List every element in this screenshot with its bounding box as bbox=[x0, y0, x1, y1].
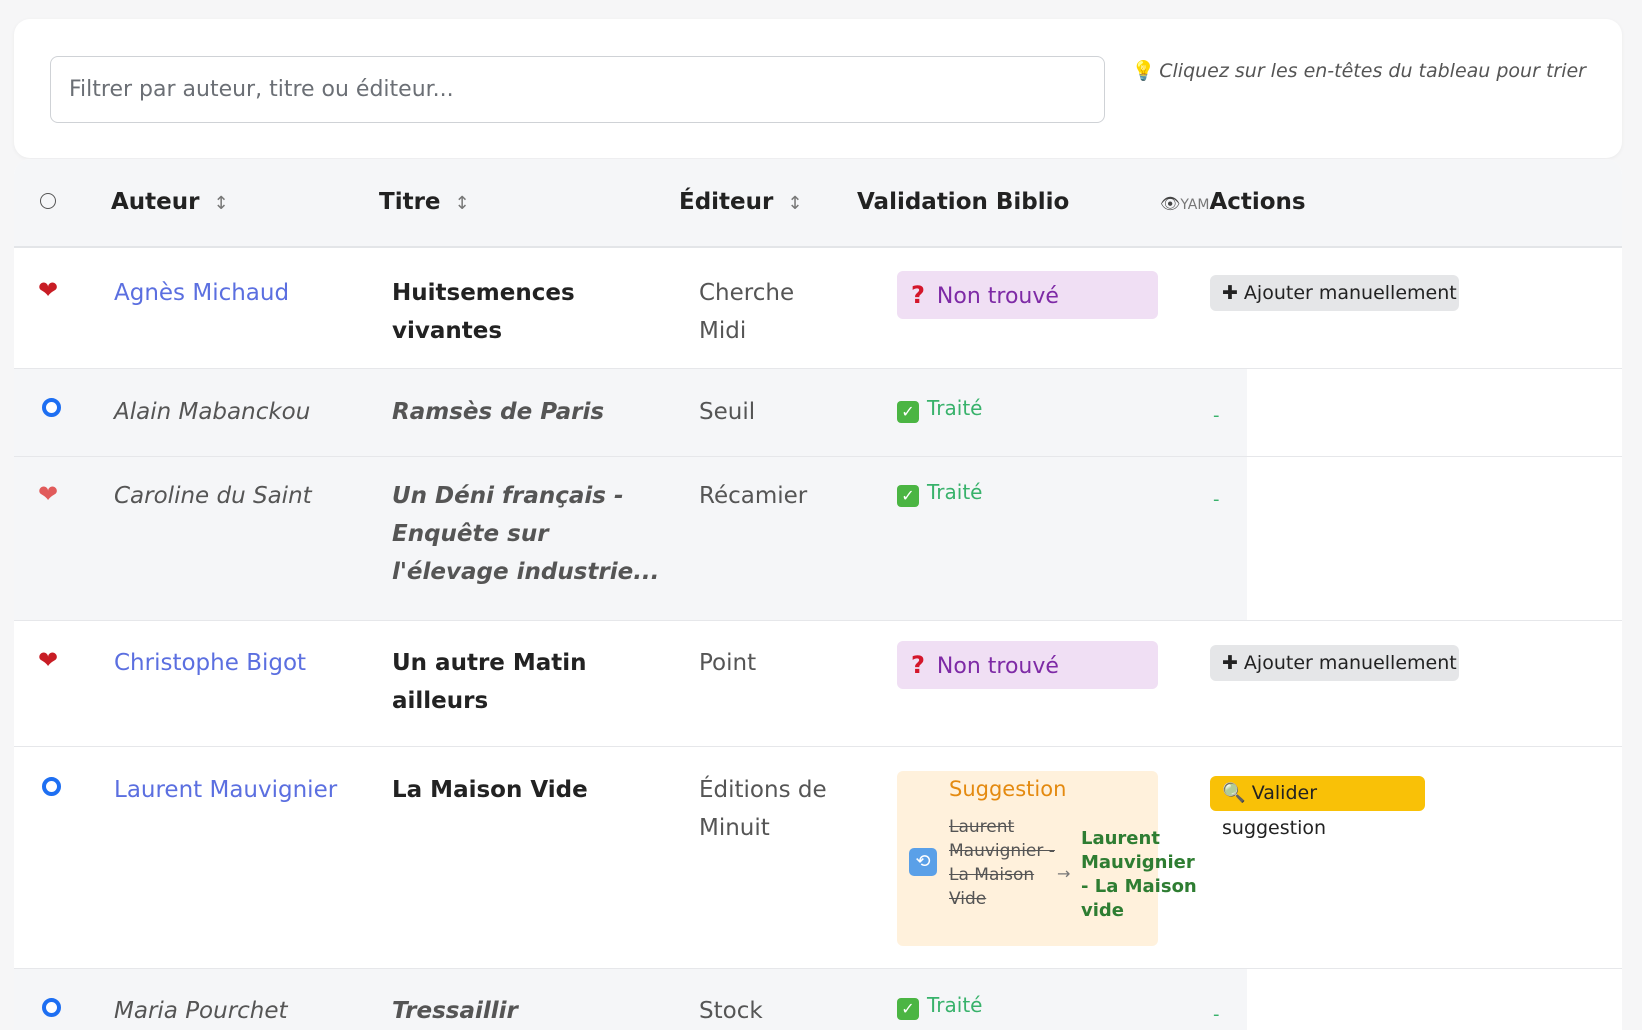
author-link[interactable]: Laurent Mauvignier bbox=[114, 771, 369, 809]
suggestion-new: Laurent Mauvignier - La Maison vide bbox=[1081, 828, 1197, 921]
question-icon: ? bbox=[911, 651, 925, 679]
check-icon: ✓ bbox=[897, 401, 919, 423]
book-title: Un autre Matin ailleurs bbox=[392, 650, 587, 714]
filter-bar: 💡Cliquez sur les en-têtes du tableau pou… bbox=[14, 19, 1622, 158]
add-manual-button[interactable]: ✚ Ajouter manuellement bbox=[1210, 645, 1459, 681]
check-icon: ✓ bbox=[897, 485, 919, 507]
circle-icon[interactable] bbox=[42, 777, 61, 796]
suggestion-old: Laurent Mauvignier - La Maison Vide bbox=[949, 817, 1055, 909]
check-icon: ✓ bbox=[897, 998, 919, 1020]
author-link[interactable]: Agnès Michaud bbox=[114, 274, 369, 312]
publisher: Récamier bbox=[699, 483, 808, 509]
eye-icon: 👁 bbox=[1160, 194, 1181, 213]
status-badge: ✓ Traité bbox=[897, 480, 982, 507]
book-title: La Maison Vide bbox=[392, 777, 588, 803]
author-link[interactable]: Christophe Bigot bbox=[114, 644, 369, 682]
status-badge: ✓ Traité bbox=[897, 396, 982, 423]
yam-label: YAM bbox=[1180, 197, 1210, 213]
status-badge: ✓ Traité bbox=[897, 993, 982, 1020]
header-author[interactable]: Auteur ↕ bbox=[111, 189, 229, 215]
table-row: Laurent Mauvignier La Maison Vide Éditio… bbox=[14, 747, 1622, 969]
book-title: Un Déni français - Enquête sur l'élevage… bbox=[392, 483, 660, 585]
lightbulb-icon: 💡 bbox=[1131, 60, 1156, 82]
suggestion-label: Suggestion bbox=[949, 777, 1067, 801]
author-link[interactable]: Caroline du Saint bbox=[114, 477, 369, 515]
plus-icon: ✚ bbox=[1222, 282, 1238, 304]
sort-icon: ↕ bbox=[787, 193, 803, 214]
table-row: ❤ Caroline du Saint Un Déni français - E… bbox=[14, 457, 1622, 621]
swap-icon: ⟲ bbox=[909, 848, 937, 876]
circle-icon[interactable] bbox=[42, 398, 61, 417]
publisher: Seuil bbox=[699, 399, 756, 425]
sort-hint: 💡 Cliquez sur les en-têtes du tableau pou… bbox=[1132, 59, 1586, 82]
publisher: Éditions de Minuit bbox=[699, 777, 827, 841]
suggestion-box: Suggestion ⟲ Laurent Mauvignier - La Mai… bbox=[897, 771, 1197, 946]
status-badge: ? Non trouvé bbox=[897, 271, 1158, 319]
validate-suggestion-button[interactable]: 🔍 Valider suggestion bbox=[1210, 776, 1425, 839]
select-all-circle-icon[interactable] bbox=[40, 193, 56, 209]
sort-hint-text: Cliquez sur les en-têtes du tableau pour… bbox=[1159, 60, 1586, 82]
no-action: - bbox=[1213, 489, 1220, 510]
heart-icon[interactable]: ❤ bbox=[38, 480, 58, 508]
header-actions: 👁YAMActions bbox=[1160, 189, 1306, 215]
magnifier-icon: 🔍 bbox=[1222, 782, 1246, 804]
table-row: ❤ Christophe Bigot Un autre Matin ailleu… bbox=[14, 621, 1622, 747]
publisher: Point bbox=[699, 650, 757, 676]
table-row: Alain Mabanckou Ramsès de Paris Seuil ✓ T… bbox=[14, 369, 1622, 457]
book-title: Huitsemences vivantes bbox=[392, 280, 575, 344]
heart-icon[interactable]: ❤ bbox=[38, 646, 58, 674]
table-row: ❤ Agnès Michaud Huitsemences vivantes Ch… bbox=[14, 248, 1622, 369]
header-validation: Validation Biblio bbox=[857, 189, 1070, 215]
table-row: Maria Pourchet Tressaillir Stock ✓ Traité… bbox=[14, 969, 1622, 1030]
add-manual-button[interactable]: ✚ Ajouter manuellement bbox=[1210, 275, 1459, 311]
header-title[interactable]: Titre ↕ bbox=[379, 189, 470, 215]
no-action: - bbox=[1213, 405, 1220, 426]
plus-icon: ✚ bbox=[1222, 652, 1238, 674]
question-icon: ? bbox=[911, 281, 925, 309]
book-title: Tressaillir bbox=[392, 998, 518, 1024]
filter-input[interactable] bbox=[50, 56, 1105, 123]
author-link[interactable]: Maria Pourchet bbox=[114, 992, 369, 1030]
status-badge: ? Non trouvé bbox=[897, 641, 1158, 689]
header-publisher[interactable]: Éditeur ↕ bbox=[679, 189, 802, 215]
sort-icon: ↕ bbox=[454, 193, 470, 214]
author-link[interactable]: Alain Mabanckou bbox=[114, 393, 369, 431]
publisher: Cherche Midi bbox=[699, 280, 795, 344]
arrow-icon: → bbox=[1057, 864, 1071, 883]
books-table: Auteur ↕ Titre ↕ Éditeur ↕ Validation Bibli… bbox=[14, 159, 1622, 1030]
circle-icon[interactable] bbox=[42, 998, 61, 1017]
book-title: Ramsès de Paris bbox=[392, 399, 605, 425]
no-action: - bbox=[1213, 1004, 1220, 1025]
publisher: Stock bbox=[699, 998, 763, 1024]
heart-icon[interactable]: ❤ bbox=[38, 276, 58, 304]
table-header: Auteur ↕ Titre ↕ Éditeur ↕ Validation Bibli… bbox=[14, 159, 1622, 248]
sort-icon: ↕ bbox=[213, 193, 229, 214]
